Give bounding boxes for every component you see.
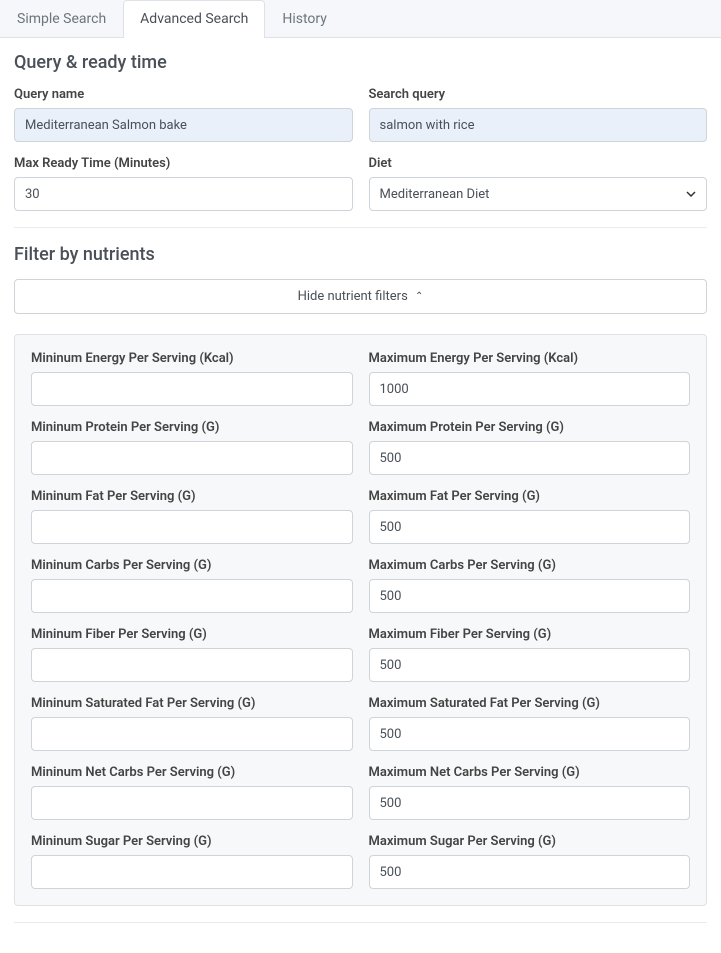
divider <box>14 227 707 228</box>
nutrient-row: Mininum Net Carbs Per Serving (G) Maximum… <box>31 765 690 820</box>
content-area: Query & ready time Query name Search que… <box>0 38 721 953</box>
nutrient-min-label: Mininum Net Carbs Per Serving (G) <box>31 765 353 780</box>
section-nutrients-title: Filter by nutrients <box>14 244 707 265</box>
nutrient-max-label: Maximum Carbs Per Serving (G) <box>369 558 691 573</box>
nutrient-min-input[interactable] <box>31 372 353 406</box>
nutrient-max-input[interactable] <box>369 786 691 820</box>
toggle-label: Hide nutrient filters <box>298 289 408 304</box>
search-query-input[interactable] <box>369 108 708 142</box>
section-query-ready-title: Query & ready time <box>14 52 707 73</box>
nutrient-row: Mininum Energy Per Serving (Kcal) Maximum… <box>31 351 690 406</box>
nutrient-min-input[interactable] <box>31 786 353 820</box>
nutrient-row: Mininum Carbs Per Serving (G) Maximum Car… <box>31 558 690 613</box>
diet-select[interactable]: Mediterranean Diet <box>369 177 708 211</box>
nutrient-min-label: Mininum Protein Per Serving (G) <box>31 420 353 435</box>
nutrient-min-input[interactable] <box>31 510 353 544</box>
nutrient-filter-panel: Mininum Energy Per Serving (Kcal) Maximum… <box>14 334 707 906</box>
nutrient-min-label: Mininum Saturated Fat Per Serving (G) <box>31 696 353 711</box>
nutrient-min-input[interactable] <box>31 441 353 475</box>
nutrient-max-label: Maximum Protein Per Serving (G) <box>369 420 691 435</box>
nutrient-row: Mininum Saturated Fat Per Serving (G) Max… <box>31 696 690 751</box>
nutrient-max-label: Maximum Fiber Per Serving (G) <box>369 627 691 642</box>
nutrient-min-label: Mininum Carbs Per Serving (G) <box>31 558 353 573</box>
nutrient-row: Mininum Protein Per Serving (G) Maximum P… <box>31 420 690 475</box>
nutrient-min-label: Mininum Fiber Per Serving (G) <box>31 627 353 642</box>
diet-label: Diet <box>369 156 708 171</box>
nutrient-max-label: Maximum Sugar Per Serving (G) <box>369 834 691 849</box>
nutrient-row: Mininum Fiber Per Serving (G) Maximum Fib… <box>31 627 690 682</box>
nutrient-max-input[interactable] <box>369 510 691 544</box>
nutrient-max-input[interactable] <box>369 648 691 682</box>
toggle-nutrient-filters-button[interactable]: Hide nutrient filters ⌃ <box>14 279 707 314</box>
nutrient-max-input[interactable] <box>369 579 691 613</box>
chevron-up-icon: ⌃ <box>415 291 423 302</box>
nutrient-row: Mininum Fat Per Serving (G) Maximum Fat P… <box>31 489 690 544</box>
nutrient-min-input[interactable] <box>31 717 353 751</box>
search-query-label: Search query <box>369 87 708 102</box>
max-ready-time-input[interactable] <box>14 177 353 211</box>
nutrient-min-input[interactable] <box>31 855 353 889</box>
divider-bottom <box>14 922 707 923</box>
nutrient-min-label: Mininum Fat Per Serving (G) <box>31 489 353 504</box>
nutrient-min-input[interactable] <box>31 579 353 613</box>
nutrient-max-label: Maximum Net Carbs Per Serving (G) <box>369 765 691 780</box>
nutrient-max-input[interactable] <box>369 372 691 406</box>
nutrient-max-input[interactable] <box>369 855 691 889</box>
query-name-input[interactable] <box>14 108 353 142</box>
nutrient-row: Mininum Sugar Per Serving (G) Maximum Sug… <box>31 834 690 889</box>
tab-bar: Simple Search Advanced Search History <box>0 0 721 38</box>
query-name-label: Query name <box>14 87 353 102</box>
tab-advanced-search[interactable]: Advanced Search <box>123 0 265 38</box>
nutrient-min-label: Mininum Sugar Per Serving (G) <box>31 834 353 849</box>
tab-simple-search[interactable]: Simple Search <box>0 0 123 37</box>
nutrient-max-label: Maximum Fat Per Serving (G) <box>369 489 691 504</box>
nutrient-max-input[interactable] <box>369 717 691 751</box>
max-ready-time-label: Max Ready Time (Minutes) <box>14 156 353 171</box>
nutrient-max-label: Maximum Energy Per Serving (Kcal) <box>369 351 691 366</box>
nutrient-min-input[interactable] <box>31 648 353 682</box>
nutrient-max-input[interactable] <box>369 441 691 475</box>
tab-history[interactable]: History <box>265 0 344 37</box>
nutrient-max-label: Maximum Saturated Fat Per Serving (G) <box>369 696 691 711</box>
nutrient-min-label: Mininum Energy Per Serving (Kcal) <box>31 351 353 366</box>
